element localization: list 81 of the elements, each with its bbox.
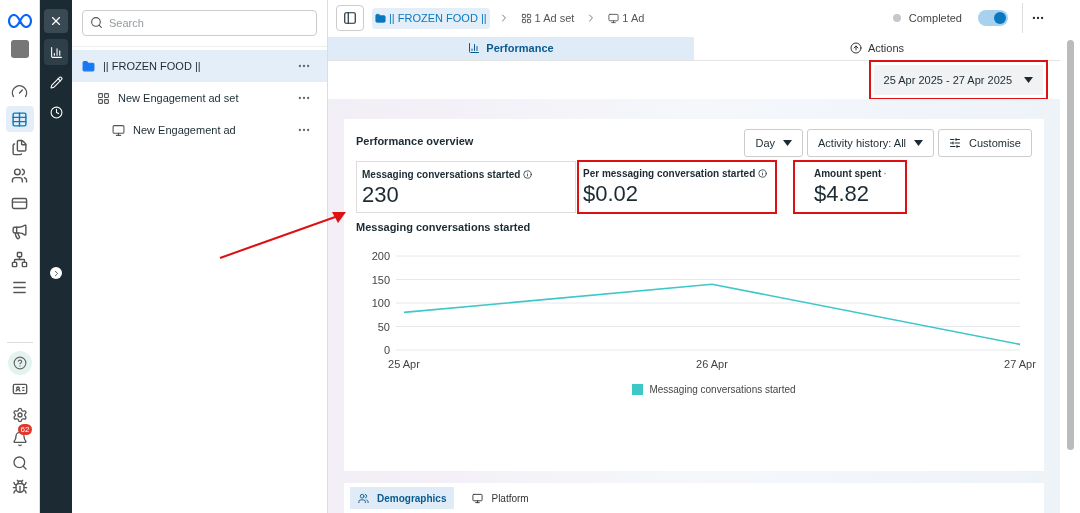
- date-range-dropdown[interactable]: 25 Apr 2025 - 27 Apr 2025: [873, 65, 1043, 95]
- scrollbar-thumb[interactable]: [1066, 40, 1074, 450]
- customise-button[interactable]: Customise: [938, 129, 1032, 157]
- metric-value: $0.02: [583, 181, 640, 207]
- nav-button[interactable]: [5, 106, 34, 132]
- notification-badge: 62: [17, 424, 33, 435]
- caret-icon: [1024, 77, 1033, 83]
- breadcrumb-link[interactable]: || FROZEN FOOD ||: [372, 8, 490, 29]
- toggle-switch[interactable]: [978, 10, 1008, 27]
- metric-label: Per messaging conversation started: [583, 167, 756, 181]
- tree-item[interactable]: || FROZEN FOOD ||: [72, 50, 327, 82]
- grid-icon: [97, 91, 110, 105]
- tree-label: || FROZEN FOOD ||: [103, 58, 202, 74]
- chart-icon: [49, 45, 63, 59]
- pencil-icon: [49, 75, 63, 89]
- tab[interactable]: Platform: [464, 487, 537, 509]
- folder-icon: [375, 12, 386, 24]
- dropdown-button[interactable]: Activity history: All: [807, 129, 935, 157]
- sliders-icon: [949, 137, 962, 149]
- caret-icon: [783, 140, 792, 146]
- grid-icon: [520, 12, 532, 24]
- monitor-icon: [472, 492, 484, 504]
- metric-value: $4.82: [814, 181, 871, 207]
- caret-icon: [914, 140, 924, 146]
- gauge-icon: [11, 82, 28, 100]
- people-icon: [11, 166, 28, 184]
- settings-icon[interactable]: [11, 407, 28, 423]
- tree-label: New Engagement ad set: [118, 90, 240, 106]
- section-title: Performance overview: [356, 134, 474, 149]
- breadcrumb-link[interactable]: 1 Ad set: [517, 8, 578, 29]
- panel-icon: [343, 11, 357, 26]
- x-tick-label: 27 Apr: [1004, 357, 1036, 370]
- y-tick-label: 50: [377, 320, 390, 332]
- expand-button[interactable]: [50, 267, 62, 279]
- megaphone-icon: [11, 222, 28, 240]
- chart-icon: [468, 42, 481, 55]
- clock-icon: [49, 105, 63, 119]
- y-tick-label: 0: [383, 343, 390, 356]
- id-card-icon[interactable]: [11, 381, 28, 397]
- y-tick-label: 150: [371, 273, 390, 285]
- tree-label: New Engagement ad: [133, 122, 237, 138]
- arrow-up-icon: [849, 42, 862, 55]
- panel-toggle-button[interactable]: [336, 5, 364, 32]
- dropdown-button[interactable]: Day: [744, 129, 803, 157]
- infinity-logo[interactable]: [7, 14, 32, 28]
- metric-label: Messaging conversations started: [362, 168, 521, 182]
- metric-value: 230: [362, 182, 400, 208]
- tab[interactable]: Performance: [328, 36, 694, 60]
- network-icon: [11, 250, 28, 268]
- x-tick-label: 25 Apr: [388, 357, 420, 370]
- bell-icon[interactable]: [11, 431, 28, 447]
- status-label: Completed: [908, 11, 962, 27]
- tab[interactable]: Demographics: [350, 487, 455, 509]
- tool-button[interactable]: [44, 39, 68, 65]
- bug-icon[interactable]: [11, 479, 28, 495]
- help-button[interactable]: [7, 351, 32, 375]
- y-tick-label: 200: [371, 249, 390, 262]
- metric-label: Amount spent: [814, 167, 882, 181]
- ad-icon: [608, 12, 620, 24]
- people-icon: [358, 492, 369, 504]
- close-button[interactable]: [44, 9, 68, 33]
- search-icon: [90, 16, 103, 29]
- account-avatar[interactable]: [10, 40, 29, 58]
- x-tick-label: 26 Apr: [696, 357, 728, 370]
- search-field[interactable]: Search: [82, 10, 317, 36]
- legend-swatch: [632, 383, 644, 395]
- pages-icon: [11, 138, 28, 156]
- close-icon: [49, 14, 63, 28]
- breadcrumb-link[interactable]: 1 Ad: [605, 8, 648, 29]
- tab[interactable]: Actions: [694, 36, 1060, 60]
- legend-label: Messaging conversations started: [649, 382, 796, 397]
- ad-icon: [112, 123, 125, 137]
- metric-card[interactable]: Per messaging conversation started $0.02: [578, 161, 776, 213]
- help-icon: [12, 356, 27, 370]
- search-icon[interactable]: [11, 455, 28, 471]
- metric-card[interactable]: Amount spent $4.82: [794, 161, 906, 213]
- chart-title: Messaging conversations started: [356, 220, 532, 235]
- y-tick-label: 100: [371, 296, 390, 309]
- metric-card[interactable]: Messaging conversations started 230: [356, 161, 576, 213]
- folder-icon: [82, 59, 95, 73]
- table-icon: [11, 110, 28, 128]
